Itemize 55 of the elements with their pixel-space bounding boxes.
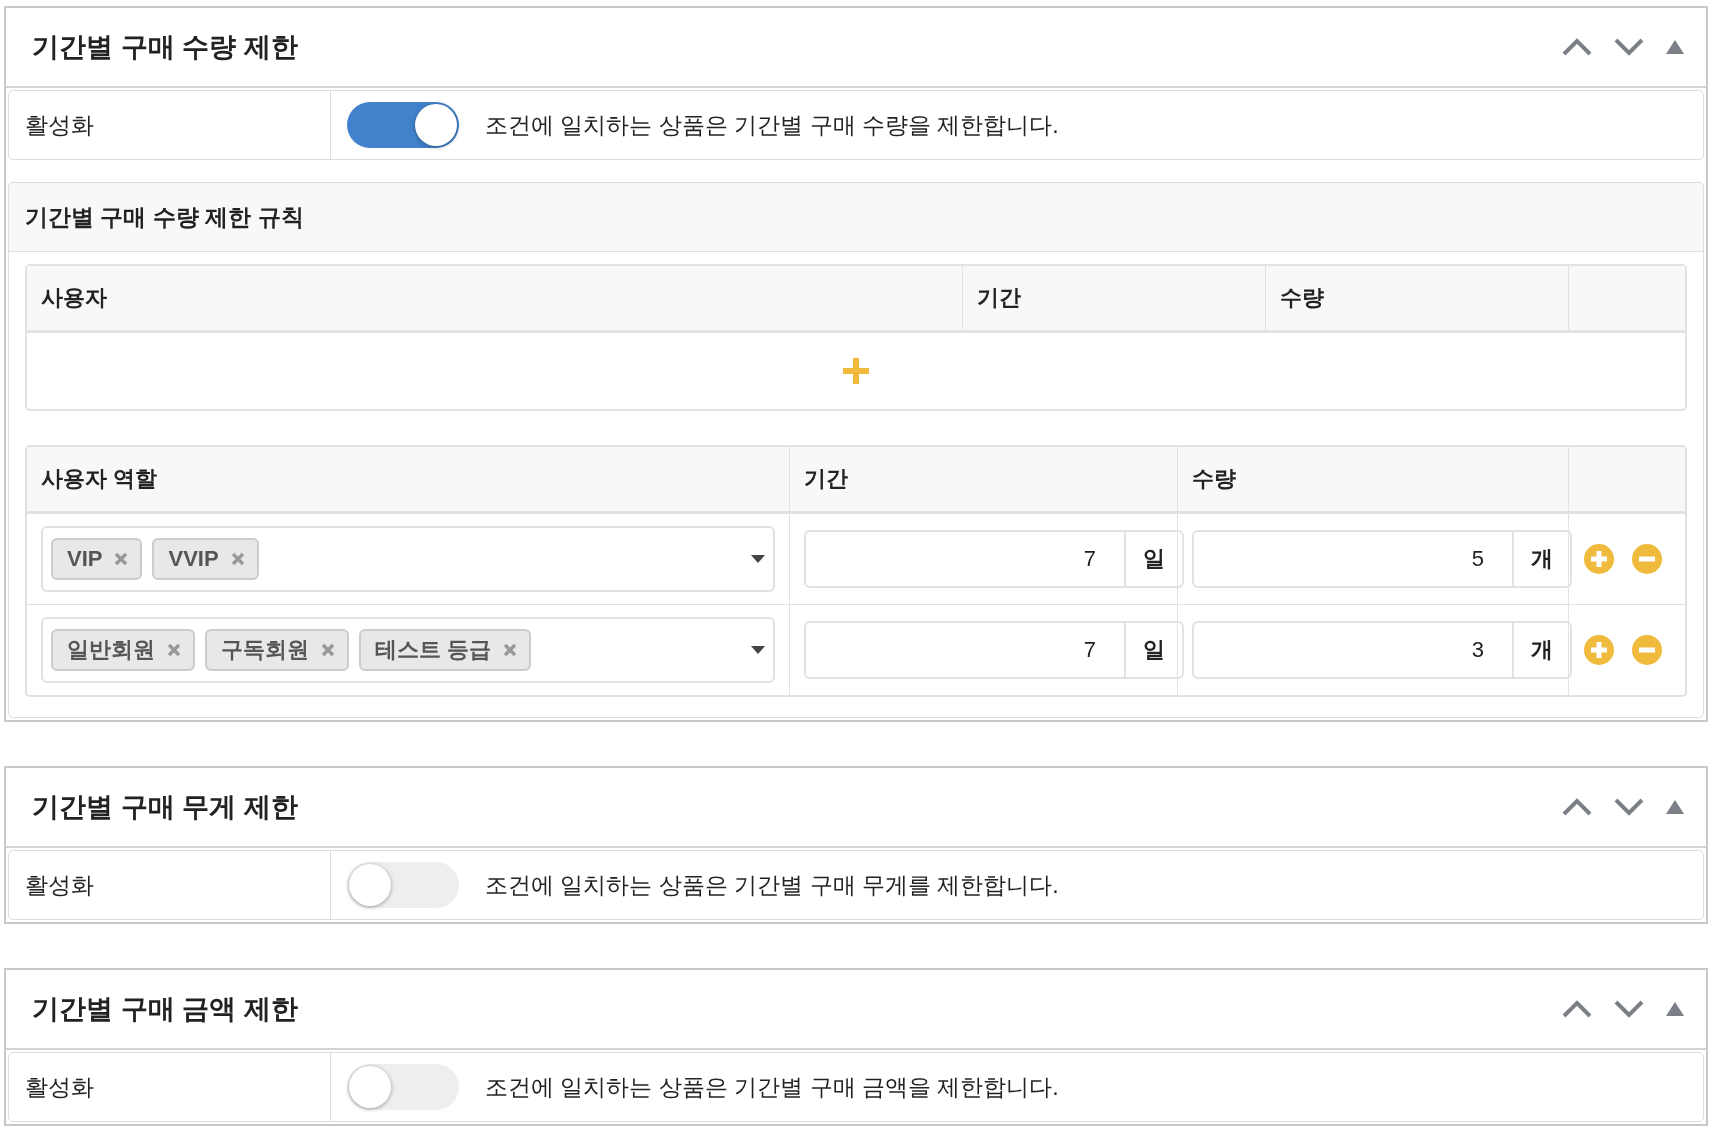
role-select[interactable]: 일반회원 구독회원 테스트 등급	[41, 617, 775, 683]
role-select[interactable]: VIP VVIP	[41, 526, 775, 592]
role-tag: VVIP	[152, 538, 259, 580]
remove-circle-icon[interactable]	[1631, 543, 1663, 575]
remove-icon[interactable]	[321, 643, 335, 657]
column-header: 수량	[1266, 266, 1569, 333]
column-header: 사용자	[27, 266, 963, 333]
remove-circle-icon[interactable]	[1631, 634, 1663, 666]
chevron-down-icon	[1614, 1000, 1644, 1018]
collapse-triangle-icon	[1666, 40, 1684, 54]
caret-icon	[751, 555, 765, 563]
quantity-input[interactable]: 5	[1192, 530, 1512, 588]
chevron-up-icon	[1562, 38, 1592, 56]
column-header: 사용자 역할	[27, 447, 790, 514]
quantity-input[interactable]: 3	[1192, 621, 1512, 679]
column-header: 수량	[1178, 447, 1569, 514]
period-input[interactable]: 7	[804, 621, 1124, 679]
toggle-switch[interactable]	[347, 102, 459, 148]
unit-label: 개	[1512, 621, 1572, 679]
column-header: 기간	[963, 266, 1266, 333]
caret-icon	[751, 646, 765, 654]
role-tag: 구독회원	[205, 629, 349, 671]
remove-icon[interactable]	[503, 643, 518, 657]
remove-icon[interactable]	[230, 552, 245, 566]
unit-label: 개	[1512, 530, 1572, 588]
role-tag: 일반회원	[51, 629, 195, 671]
chevron-up-icon	[1562, 798, 1592, 816]
column-header: 기간	[790, 447, 1178, 514]
chevron-down-icon	[1614, 38, 1644, 56]
collapse-triangle-icon	[1666, 1002, 1684, 1016]
panel-title: 기간별 구매 무게 제한	[32, 791, 298, 824]
collapse-triangle-icon	[1666, 800, 1684, 814]
description-text: 조건에 일치하는 상품은 기간별 구매 금액을 제한합니다.	[485, 1072, 1059, 1102]
chevron-up-icon	[1562, 1000, 1592, 1018]
field-label: 활성화	[9, 91, 331, 159]
rules-title: 기간별 구매 수량 제한 규칙	[9, 183, 1703, 252]
field-label: 활성화	[9, 1053, 331, 1121]
unit-label: 일	[1124, 621, 1184, 679]
remove-icon[interactable]	[114, 552, 129, 566]
panel-title: 기간별 구매 금액 제한	[32, 993, 298, 1026]
toggle-switch[interactable]	[347, 1064, 459, 1110]
role-tag: VIP	[51, 538, 143, 580]
description-text: 조건에 일치하는 상품은 기간별 구매 무게를 제한합니다.	[485, 870, 1059, 900]
unit-label: 일	[1124, 530, 1184, 588]
toggle-switch[interactable]	[347, 862, 459, 908]
remove-icon[interactable]	[167, 643, 181, 657]
add-circle-icon[interactable]	[1583, 543, 1615, 575]
panel-title: 기간별 구매 수량 제한	[32, 31, 298, 64]
description-text: 조건에 일치하는 상품은 기간별 구매 수량을 제한합니다.	[485, 110, 1059, 140]
plus-icon[interactable]	[841, 356, 871, 386]
role-tag: 테스트 등급	[359, 629, 532, 671]
period-input[interactable]: 7	[804, 530, 1124, 588]
field-label: 활성화	[9, 851, 331, 919]
chevron-down-icon	[1614, 798, 1644, 816]
add-circle-icon[interactable]	[1583, 634, 1615, 666]
